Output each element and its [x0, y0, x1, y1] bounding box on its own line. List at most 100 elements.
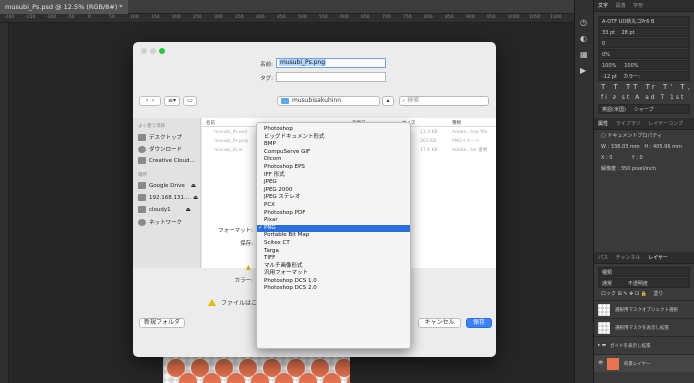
format-menu-item[interactable]: ビッグドキュメント形式: [257, 134, 410, 142]
ruler-tick-label: 300: [214, 15, 223, 20]
sidebar-item-google-drive[interactable]: Google Drive ⏏: [138, 182, 196, 189]
blend-mode-row[interactable]: 通常 不透明度: [598, 278, 690, 288]
format-menu-item[interactable]: Photoshop DCS 1.0: [257, 278, 410, 286]
panel-icon-strip: ◷ ◐ ▦ ▶: [574, 0, 594, 383]
warning-icon: [208, 299, 216, 306]
ruler-tick-label: 100: [130, 15, 139, 20]
layer-row[interactable]: ▸ ▬ ガイドを表示し拡張: [594, 336, 694, 354]
format-menu-item[interactable]: TIFF: [257, 255, 410, 263]
tab-layer-comps[interactable]: レイヤーコンプ: [648, 121, 683, 127]
tracking-value: 0: [602, 41, 606, 47]
type-style-buttons[interactable]: T T TT Tr T' T, T: [598, 82, 690, 92]
font-size-row[interactable]: 33 pt 28 pt: [598, 27, 690, 37]
format-menu-item[interactable]: Dicom: [257, 156, 410, 164]
search-input[interactable]: ⌕ 検索: [399, 96, 489, 106]
format-menu-item-label: PCX: [264, 201, 275, 208]
format-menu-item[interactable]: ✓ PNG: [257, 224, 410, 233]
properties-panel-tabs: 属性 ライブラリ レイヤーコンプ: [594, 118, 694, 130]
scale-row[interactable]: 100% 100%: [598, 60, 690, 70]
format-menu-item[interactable]: IFF 形式: [257, 172, 410, 180]
tab-glyphs[interactable]: 字形: [633, 3, 643, 9]
sidebar-item-creative-cloud[interactable]: Creative Cloud...: [138, 157, 195, 164]
format-menu-item[interactable]: Scitex CT: [257, 240, 410, 248]
tab-paragraph[interactable]: 段落: [616, 3, 626, 9]
tab-libraries[interactable]: ライブラリ: [616, 121, 641, 127]
sidebar-item-desktop[interactable]: デスクトップ: [138, 133, 182, 141]
column-kind[interactable]: 種類: [452, 120, 461, 126]
eject-icon[interactable]: ⏏: [193, 195, 198, 201]
font-style-value: B: [650, 19, 655, 25]
document-tab-title: musubi_Ps.psd @ 12.5% (RGB/8#) *: [5, 3, 123, 11]
format-menu-item[interactable]: 汎用フォーマット: [257, 270, 410, 278]
zoom-window-icon[interactable]: [159, 48, 165, 54]
eye-icon[interactable]: 👁: [598, 361, 604, 366]
close-window-icon[interactable]: [141, 48, 147, 54]
sidebar-item-downloads[interactable]: ダウンロード: [138, 145, 182, 153]
adjustments-icon[interactable]: ◐: [580, 34, 587, 43]
ruler-tick-label: 0: [88, 15, 91, 20]
tab-paths[interactable]: パス: [598, 255, 608, 261]
layer-row[interactable]: 選択用マスクオブジェクト選択: [594, 300, 694, 318]
sidebar-item-cloudy[interactable]: cloudy1 ⏏: [138, 206, 191, 213]
save-options-label: 保存:: [240, 241, 253, 247]
layer-filter-select[interactable]: 種類: [598, 267, 690, 277]
layer-row[interactable]: 選択用マスクを表示し拡張: [594, 318, 694, 336]
kerning-row[interactable]: 0%: [598, 49, 690, 59]
format-menu-item[interactable]: Photoshop EPS: [257, 164, 410, 172]
layer-row[interactable]: 👁 背景レイヤー: [594, 354, 694, 372]
expand-button[interactable]: ▴: [382, 96, 394, 106]
minimize-window-icon[interactable]: [150, 48, 156, 54]
cancel-button[interactable]: キャンセル: [418, 318, 461, 328]
tags-input[interactable]: [276, 72, 386, 82]
tab-character[interactable]: 文字: [598, 3, 608, 9]
ruler-tick-label: 500: [298, 15, 307, 20]
view-mode-button[interactable]: ≡▾: [164, 96, 180, 106]
play-icon[interactable]: ▶: [580, 66, 586, 75]
format-menu-item[interactable]: BMP: [257, 141, 410, 149]
save-button[interactable]: 保存: [466, 318, 492, 328]
column-name[interactable]: 名前: [206, 120, 215, 126]
format-menu-item[interactable]: Photoshop DCS 2.0: [257, 285, 410, 293]
file-name-value: musubi_Ps.png: [279, 59, 327, 66]
ruler-tick-label: 750: [403, 15, 412, 20]
layers-panel-tabs: パス チャンネル レイヤー: [594, 252, 694, 264]
location-select[interactable]: musubisakuhinn: [277, 96, 380, 106]
swatches-icon[interactable]: ▦: [580, 50, 588, 59]
format-menu-item[interactable]: Pixar: [257, 217, 410, 225]
ruler-tick-label: 50: [109, 15, 115, 20]
format-menu-item[interactable]: Portable Bit Map: [257, 232, 410, 240]
horizontal-scale-value: 100%: [624, 63, 639, 69]
folder-icon: [281, 97, 289, 104]
format-menu-item[interactable]: Photoshop PDF: [257, 210, 410, 218]
eject-icon[interactable]: ⏏: [186, 207, 191, 213]
format-menu-item[interactable]: Photoshop: [257, 126, 410, 134]
font-family-select[interactable]: A-OTF UD新丸ゴPr6 B: [598, 16, 690, 26]
history-icon[interactable]: ◷: [580, 18, 587, 27]
back-forward-buttons[interactable]: ‹ ›: [139, 96, 161, 106]
tracking-row[interactable]: 0: [598, 38, 690, 48]
opentype-buttons[interactable]: fi ∂ st A ad T 1st ½: [598, 93, 690, 103]
blend-mode-value: 通常: [602, 281, 613, 287]
file-name-input[interactable]: musubi_Ps.png: [276, 58, 386, 68]
tab-layers[interactable]: レイヤー: [648, 255, 668, 261]
sidebar-item-network[interactable]: ネットワーク: [138, 218, 182, 226]
format-menu-item[interactable]: JPEG: [257, 179, 410, 187]
format-menu-item[interactable]: JPEG ステレオ: [257, 194, 410, 202]
format-label: フォーマット:: [218, 228, 253, 234]
ruler-tick-label: -100: [46, 15, 57, 20]
tab-channels[interactable]: チャンネル: [616, 255, 641, 261]
format-menu-item[interactable]: Targa: [257, 248, 410, 256]
language-row[interactable]: 英語(米国) シャープ: [598, 104, 690, 114]
format-menu-item-label: Targa: [264, 247, 279, 254]
format-menu-item-label: Photoshop: [264, 126, 293, 132]
font-family-value: A-OTF UD新丸ゴPr6: [602, 19, 650, 25]
sidebar-item-server[interactable]: 192.168.131.... ⏏: [138, 194, 198, 201]
document-tab[interactable]: musubi_Ps.psd @ 12.5% (RGB/8#) *: [0, 0, 128, 14]
format-menu-item[interactable]: CompuServe GIF: [257, 149, 410, 157]
baseline-row[interactable]: -12 pt カラー:: [598, 71, 690, 81]
new-folder-icon-button[interactable]: ▭: [183, 96, 197, 106]
new-folder-button[interactable]: 新規フォルダ: [139, 318, 185, 328]
format-menu-item[interactable]: PCX: [257, 202, 410, 210]
tab-properties[interactable]: 属性: [598, 121, 608, 127]
eject-icon[interactable]: ⏏: [191, 183, 196, 189]
